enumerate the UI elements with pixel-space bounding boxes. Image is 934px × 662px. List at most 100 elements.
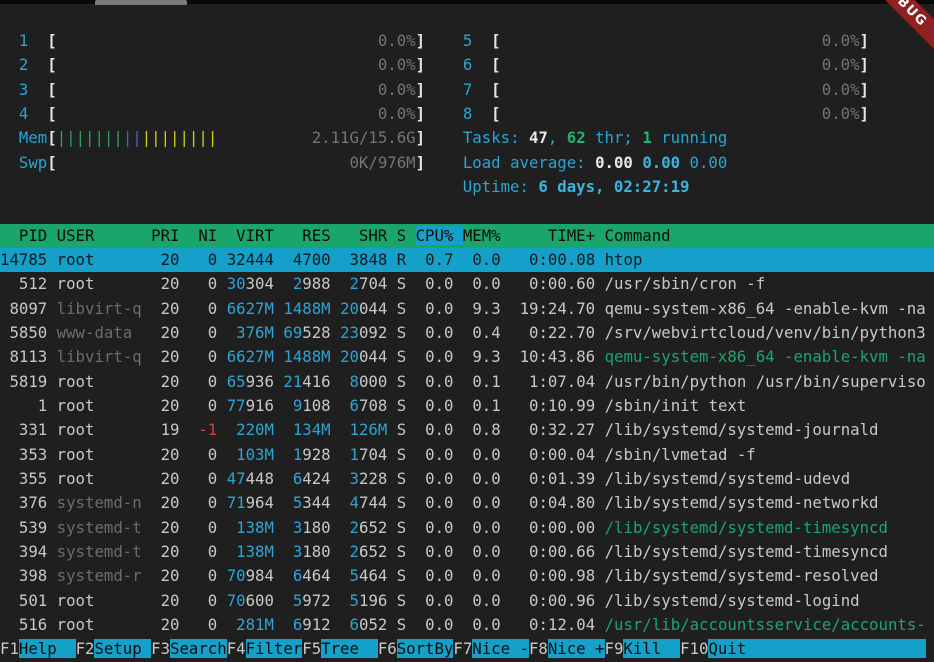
process-row-331[interactable]: 331 root 19 -1 220M 134M 126M S 0.0 0.8 … — [0, 418, 934, 442]
process-mem: 0.0 — [463, 615, 510, 634]
process-row-539[interactable]: 539 systemd-t 20 0 138M 3180 2652 S 0.0 … — [0, 516, 934, 540]
column-header-shr[interactable]: SHR — [340, 226, 397, 245]
fkey-tree[interactable]: F5Tree — [302, 639, 378, 658]
process-pri: 20 — [151, 347, 189, 366]
process-pid: 8097 — [0, 299, 57, 318]
process-command: /usr/bin/python /usr/bin/superviso — [605, 372, 926, 391]
process-command: /lib/systemd/systemd-networkd — [605, 493, 879, 512]
fkey-setup[interactable]: F2Setup — [76, 639, 152, 658]
load-average: Load average: 0.00 0.00 0.00 — [463, 153, 727, 172]
process-ni: 0 — [189, 469, 217, 488]
process-cpu: 0.0 — [416, 493, 463, 512]
process-user: root — [57, 372, 151, 391]
process-state: S — [397, 347, 416, 366]
process-mem: 0.0 — [463, 542, 510, 561]
process-pri: 20 — [151, 615, 189, 634]
process-row-14785[interactable]: 14785 root 20 0 32444 4700 3848 R 0.7 0.… — [0, 248, 934, 272]
column-header-ni[interactable]: NI — [189, 226, 227, 245]
fkey-help[interactable]: F1Help — [0, 639, 76, 658]
swap-meter: Swp[ 0K/976M] — [19, 153, 425, 172]
process-mem: 0.1 — [463, 372, 510, 391]
process-mem: 0.0 — [463, 518, 510, 537]
process-time: 0:00.08 — [510, 250, 604, 269]
process-user: root — [57, 615, 151, 634]
column-header-mem[interactable]: MEM% — [463, 226, 510, 245]
htop-terminal: 1 [ 0.0%] 5 [ 0.0%] 2 [ 0.0%] 6 [ 0.0%] … — [0, 5, 934, 662]
process-row-355[interactable]: 355 root 20 0 47448 6424 3228 S 0.0 0.0 … — [0, 467, 934, 491]
process-cpu: 0.0 — [416, 372, 463, 391]
column-header-time[interactable]: TIME+ — [510, 226, 604, 245]
process-row-398[interactable]: 398 systemd-r 20 0 70984 6464 5464 S 0.0… — [0, 564, 934, 588]
process-pid: 5850 — [0, 323, 57, 342]
uptime-row: Uptime: 6 days, 02:27:19 — [0, 175, 934, 199]
process-row-1[interactable]: 1 root 20 0 77916 9108 6708 S 0.0 0.1 0:… — [0, 394, 934, 418]
process-command: /usr/lib/accountsservice/accounts- — [605, 615, 926, 634]
process-time: 0:00.00 — [510, 518, 604, 537]
column-header-pri[interactable]: PRI — [151, 226, 189, 245]
process-user: root — [57, 469, 151, 488]
process-pri: 20 — [151, 591, 189, 610]
column-header-command[interactable]: Command — [605, 226, 671, 245]
process-command: /lib/systemd/systemd-timesyncd — [605, 518, 888, 537]
process-pri: 20 — [151, 518, 189, 537]
process-cpu: 0.7 — [416, 250, 463, 269]
process-pri: 20 — [151, 396, 189, 415]
fkey-nice-[interactable]: F8Nice + — [529, 639, 605, 658]
process-cpu: 0.0 — [416, 299, 463, 318]
column-header-pid[interactable]: PID — [0, 226, 57, 245]
process-user: root — [57, 420, 151, 439]
process-row-8113[interactable]: 8113 libvirt-q 20 0 6627M 1488M 20044 S … — [0, 345, 934, 369]
swap-row: Swp[ 0K/976M] Load average: 0.00 0.00 0.… — [0, 151, 934, 175]
process-state: S — [397, 566, 416, 585]
process-state: S — [397, 372, 416, 391]
fkey-filter[interactable]: F4Filter — [227, 639, 303, 658]
process-row-376[interactable]: 376 systemd-n 20 0 71964 5344 4744 S 0.0… — [0, 491, 934, 515]
process-ni: 0 — [189, 396, 217, 415]
fkey-nice-[interactable]: F7Nice - — [453, 639, 529, 658]
column-header-user[interactable]: USER — [57, 226, 151, 245]
mem-row: Mem[||||||||||||||||| 2.11G/15.6G] Tasks… — [0, 126, 934, 150]
column-header-res[interactable]: RES — [283, 226, 340, 245]
process-row-516[interactable]: 516 root 20 0 281M 6912 6052 S 0.0 0.0 0… — [0, 613, 934, 637]
process-mem: 0.4 — [463, 323, 510, 342]
process-ni: 0 — [189, 323, 217, 342]
process-pid: 8113 — [0, 347, 57, 366]
fkey-kill[interactable]: F9Kill — [605, 639, 681, 658]
process-ni: 0 — [189, 542, 217, 561]
process-row-8097[interactable]: 8097 libvirt-q 20 0 6627M 1488M 20044 S … — [0, 297, 934, 321]
process-command: /lib/systemd/systemd-udevd — [605, 469, 851, 488]
process-row-512[interactable]: 512 root 20 0 30304 2988 2704 S 0.0 0.0 … — [0, 272, 934, 296]
process-time: 0:00.96 — [510, 591, 604, 610]
process-mem: 0.0 — [463, 591, 510, 610]
process-user: libvirt-q — [57, 347, 151, 366]
htop-header-meters: 1 [ 0.0%] 5 [ 0.0%] 2 [ 0.0%] 6 [ 0.0%] … — [0, 5, 934, 224]
tasks-summary: Tasks: 47, 62 thr; 1 running — [463, 128, 727, 147]
process-row-353[interactable]: 353 root 20 0 103M 1928 1704 S 0.0 0.0 0… — [0, 443, 934, 467]
fkey-sortby[interactable]: F6SortBy — [378, 639, 454, 658]
mem-bar-green: ||||||| — [57, 128, 123, 147]
process-mem: 9.3 — [463, 299, 510, 318]
column-header-cpu[interactable]: CPU% — [416, 226, 463, 245]
process-ni: 0 — [189, 518, 217, 537]
process-user: systemd-n — [57, 493, 151, 512]
process-row-394[interactable]: 394 systemd-t 20 0 138M 3180 2652 S 0.0 … — [0, 540, 934, 564]
cpu-meter-7: 7 [ 0.0%] — [463, 80, 869, 99]
fkey-quit[interactable]: F10Quit — [680, 639, 926, 658]
process-pri: 19 — [151, 420, 189, 439]
tasks-count: 47 — [529, 128, 548, 147]
process-row-501[interactable]: 501 root 20 0 70600 5972 5196 S 0.0 0.0 … — [0, 589, 934, 613]
process-pid: 14785 — [0, 250, 57, 269]
column-header-virt[interactable]: VIRT — [227, 226, 284, 245]
column-header-s[interactable]: S — [397, 226, 416, 245]
cpu-meter-8: 8 [ 0.0%] — [463, 104, 869, 123]
process-mem: 0.0 — [463, 274, 510, 293]
process-user: root — [57, 445, 151, 464]
process-ni: 0 — [189, 493, 217, 512]
fkey-search[interactable]: F3Search — [151, 639, 227, 658]
process-cpu: 0.0 — [416, 615, 463, 634]
process-row-5819[interactable]: 5819 root 20 0 65936 21416 8000 S 0.0 0.… — [0, 370, 934, 394]
process-row-5850[interactable]: 5850 www-data 20 0 376M 69528 23092 S 0.… — [0, 321, 934, 345]
process-command: /lib/systemd/systemd-journald — [605, 420, 879, 439]
process-mem: 0.0 — [463, 445, 510, 464]
process-pid: 355 — [0, 469, 57, 488]
